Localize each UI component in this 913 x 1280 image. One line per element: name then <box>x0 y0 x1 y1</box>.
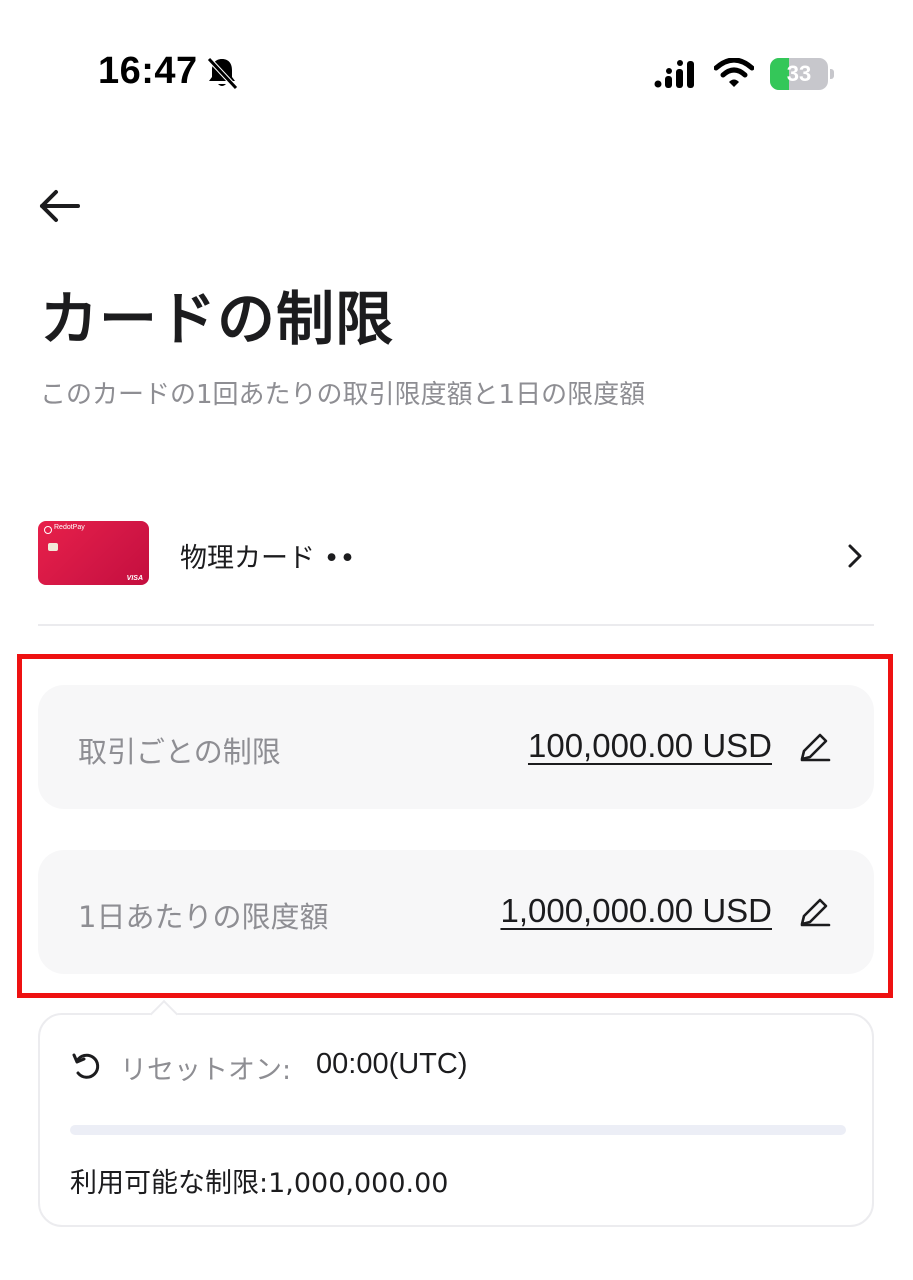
back-arrow-icon[interactable] <box>34 184 84 228</box>
battery-icon: 33 <box>770 58 834 90</box>
divider <box>38 624 874 626</box>
chevron-right-icon <box>848 544 862 568</box>
card-brand: RedotPay <box>54 524 85 531</box>
refresh-icon <box>72 1053 100 1079</box>
page-subtitle: このカードの1回あたりの取引限度額と1日の限度額 <box>40 380 646 410</box>
bell-slash-icon <box>207 57 238 90</box>
card-label: 物理カード •• <box>180 543 356 574</box>
reset-time: 00:00(UTC) <box>316 1048 468 1080</box>
available-limit: 利用可能な制限:1,000,000.00 <box>70 1168 449 1199</box>
status-time: 16:47 <box>98 50 198 92</box>
card-selector[interactable]: RedotPay VISA 物理カード •• <box>38 512 874 600</box>
page-title: カードの制限 <box>40 285 395 353</box>
card-limits-screen: 16:47 33 カードの制限 このカードの1回あたりの取引限度額と1日の限度額 <box>0 0 913 1280</box>
daily-limit-info-panel: リセットオン: 00:00(UTC) 利用可能な制限:1,000,000.00 <box>38 999 874 1227</box>
signal-icon <box>654 60 694 88</box>
card-logo-icon <box>44 526 52 534</box>
card-chip-icon <box>48 543 58 551</box>
highlight-annotation <box>17 654 893 998</box>
reset-label: リセットオン: <box>120 1055 292 1086</box>
card-network: VISA <box>126 575 143 582</box>
battery-level-text: 33 <box>786 61 812 86</box>
card-thumbnail: RedotPay VISA <box>38 521 149 585</box>
wifi-icon <box>714 58 754 87</box>
limit-usage-bar <box>70 1125 846 1135</box>
